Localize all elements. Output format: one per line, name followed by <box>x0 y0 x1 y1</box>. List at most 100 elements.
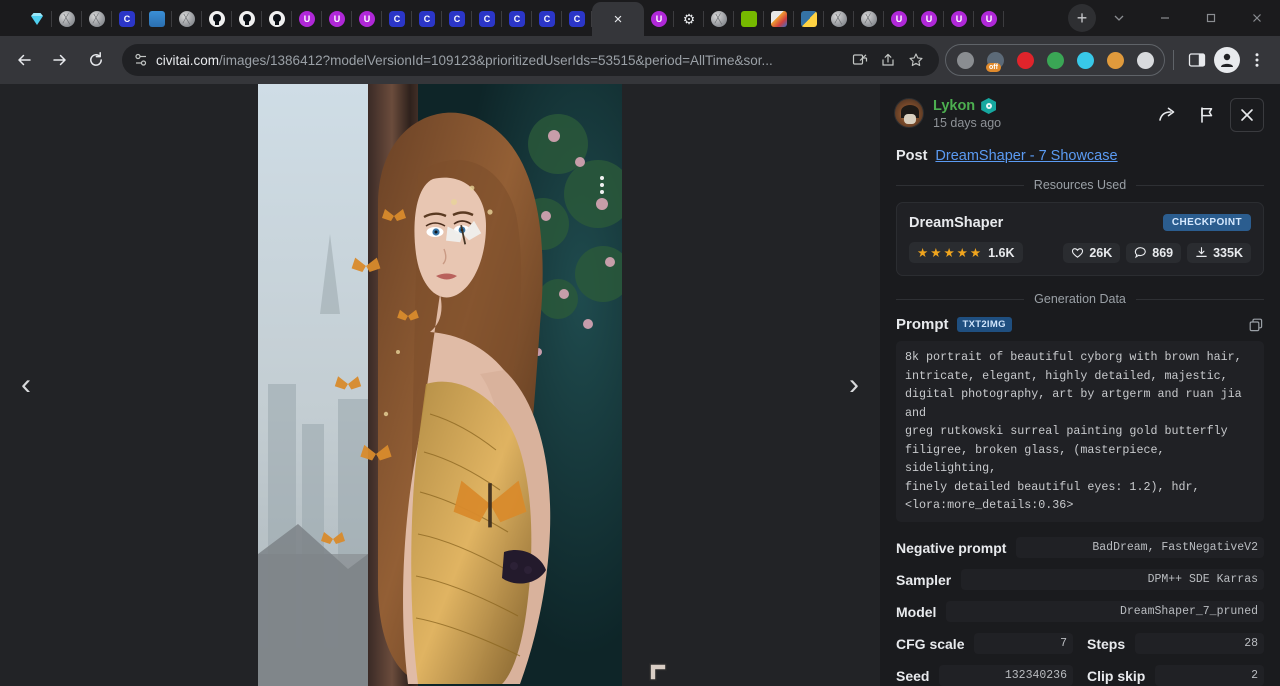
browser-tab[interactable] <box>232 2 262 36</box>
translate-extension-icon[interactable] <box>952 47 978 73</box>
browser-tab[interactable]: C <box>112 2 142 36</box>
param-value[interactable]: DreamShaper_7_pruned <box>946 601 1264 622</box>
next-image-button[interactable]: › <box>828 84 880 686</box>
tab-search-chevron-down-icon[interactable] <box>1096 0 1142 36</box>
param-value[interactable]: 132340236 <box>939 665 1073 686</box>
post-row: Post DreamShaper - 7 Showcase <box>880 144 1280 178</box>
cookie-extension-icon[interactable] <box>1102 47 1128 73</box>
username[interactable]: Lykon <box>933 98 975 114</box>
browser-tab[interactable]: C <box>502 2 532 36</box>
browser-tab[interactable]: U <box>884 2 914 36</box>
close-panel-button[interactable] <box>1230 98 1264 132</box>
post-link[interactable]: DreamShaper - 7 Showcase <box>935 148 1117 164</box>
param-value[interactable]: 28 <box>1135 633 1264 654</box>
new-tab-button[interactable]: + <box>1068 4 1096 32</box>
copy-prompt-icon[interactable] <box>1248 317 1264 333</box>
image-details-panel: Lykon 15 days ago Post DreamShaper - 7 S… <box>880 84 1280 686</box>
browser-tab[interactable] <box>22 2 52 36</box>
back-arrow-icon[interactable] <box>8 44 40 76</box>
divider-line <box>1136 299 1264 300</box>
adblock-off-extension-icon[interactable]: off <box>982 47 1008 73</box>
earth-extension-icon-glyph <box>1047 52 1064 69</box>
bookmark-star-icon[interactable] <box>903 47 929 73</box>
puzzle-extension-icon-glyph <box>1137 52 1154 69</box>
browser-tab[interactable]: C <box>412 2 442 36</box>
previous-image-button[interactable]: ‹ <box>0 84 52 686</box>
param-key: Clip skip <box>1087 668 1145 684</box>
purple-u-icon: U <box>651 11 667 27</box>
url-domain: civitai.com <box>156 53 219 68</box>
star-icon: ★ <box>943 245 954 260</box>
three-dot-menu-icon[interactable] <box>1242 45 1272 75</box>
resources-section-title: Resources Used <box>1024 178 1136 192</box>
browser-tab[interactable]: C <box>532 2 562 36</box>
prompt-text[interactable]: 8k portrait of beautiful cyborg with bro… <box>896 341 1264 522</box>
puzzle-extension-icon[interactable] <box>1132 47 1158 73</box>
resource-card-header: DreamShaper CHECKPOINT <box>909 214 1251 231</box>
window-minimize-button[interactable] <box>1142 0 1188 36</box>
browser-tab[interactable]: C <box>442 2 472 36</box>
browser-tab-active[interactable]: × <box>592 2 644 36</box>
window-close-button[interactable] <box>1234 0 1280 36</box>
share-arrow-icon[interactable] <box>1150 98 1184 132</box>
earth-extension-icon[interactable] <box>1042 47 1068 73</box>
browser-tab[interactable]: U <box>644 2 674 36</box>
browser-tab[interactable]: U <box>352 2 382 36</box>
browser-tab[interactable]: U <box>974 2 1004 36</box>
browser-tab[interactable] <box>142 2 172 36</box>
resource-card[interactable]: DreamShaper CHECKPOINT ★ ★ ★ ★ ★ 1.6K 26… <box>896 202 1264 276</box>
url-text: civitai.com/images/1386412?modelVersionI… <box>156 53 845 68</box>
browser-tab[interactable] <box>734 2 764 36</box>
browser-tab[interactable] <box>854 2 884 36</box>
browser-tab[interactable] <box>704 2 734 36</box>
param-value[interactable]: DPM++ SDE Karras <box>961 569 1264 590</box>
forward-arrow-icon[interactable] <box>44 44 76 76</box>
record-extension-icon[interactable] <box>1012 47 1038 73</box>
browser-tab[interactable] <box>52 2 82 36</box>
param-pair: Clip skip 2 <box>1087 665 1264 686</box>
civitai-icon: C <box>509 11 525 27</box>
browser-tab[interactable]: ⚙ <box>674 2 704 36</box>
site-settings-icon[interactable] <box>128 47 154 73</box>
window-maximize-button[interactable] <box>1188 0 1234 36</box>
share-icon[interactable] <box>875 47 901 73</box>
user-avatar[interactable] <box>894 98 924 128</box>
profile-avatar-icon[interactable] <box>1212 45 1242 75</box>
browser-tab[interactable] <box>764 2 794 36</box>
param-value[interactable]: BadDream, FastNegativeV2 <box>1016 537 1264 558</box>
browser-tab[interactable]: U <box>322 2 352 36</box>
param-value[interactable]: 7 <box>974 633 1073 654</box>
browser-tab[interactable] <box>82 2 112 36</box>
displayed-image[interactable] <box>258 84 622 686</box>
side-panel-icon[interactable] <box>1182 45 1212 75</box>
python-icon <box>801 11 817 27</box>
dot <box>600 176 604 180</box>
browser-tab[interactable] <box>824 2 854 36</box>
browser-tab[interactable]: C <box>472 2 502 36</box>
address-bar[interactable]: civitai.com/images/1386412?modelVersionI… <box>122 44 939 76</box>
browser-tab[interactable]: C <box>562 2 592 36</box>
browser-tab[interactable] <box>172 2 202 36</box>
translate-extension-icon-glyph <box>957 52 974 69</box>
browser-tab[interactable]: U <box>944 2 974 36</box>
install-icon[interactable] <box>847 47 873 73</box>
extensions-group: off <box>945 44 1165 76</box>
heart-icon <box>1071 246 1084 259</box>
param-value[interactable]: 2 <box>1155 665 1264 686</box>
image-options-menu-button[interactable] <box>592 169 612 201</box>
diamond-extension-icon[interactable] <box>1072 47 1098 73</box>
browser-tab[interactable] <box>202 2 232 36</box>
resource-name[interactable]: DreamShaper <box>909 215 1003 231</box>
cookie-extension-icon-glyph <box>1107 52 1124 69</box>
param-pair: Steps28 <box>1087 633 1264 654</box>
browser-tab[interactable] <box>262 2 292 36</box>
reload-icon[interactable] <box>80 44 112 76</box>
flag-icon[interactable] <box>1190 98 1224 132</box>
browser-tab[interactable]: U <box>292 2 322 36</box>
browser-tab[interactable]: C <box>382 2 412 36</box>
close-icon[interactable]: × <box>614 12 623 27</box>
browser-tab[interactable] <box>794 2 824 36</box>
browser-tab-strip: CUUUCCCCCCC×U⚙UUUU + <box>0 0 1280 36</box>
likes-count: 26K <box>1089 246 1112 260</box>
browser-tab[interactable]: U <box>914 2 944 36</box>
